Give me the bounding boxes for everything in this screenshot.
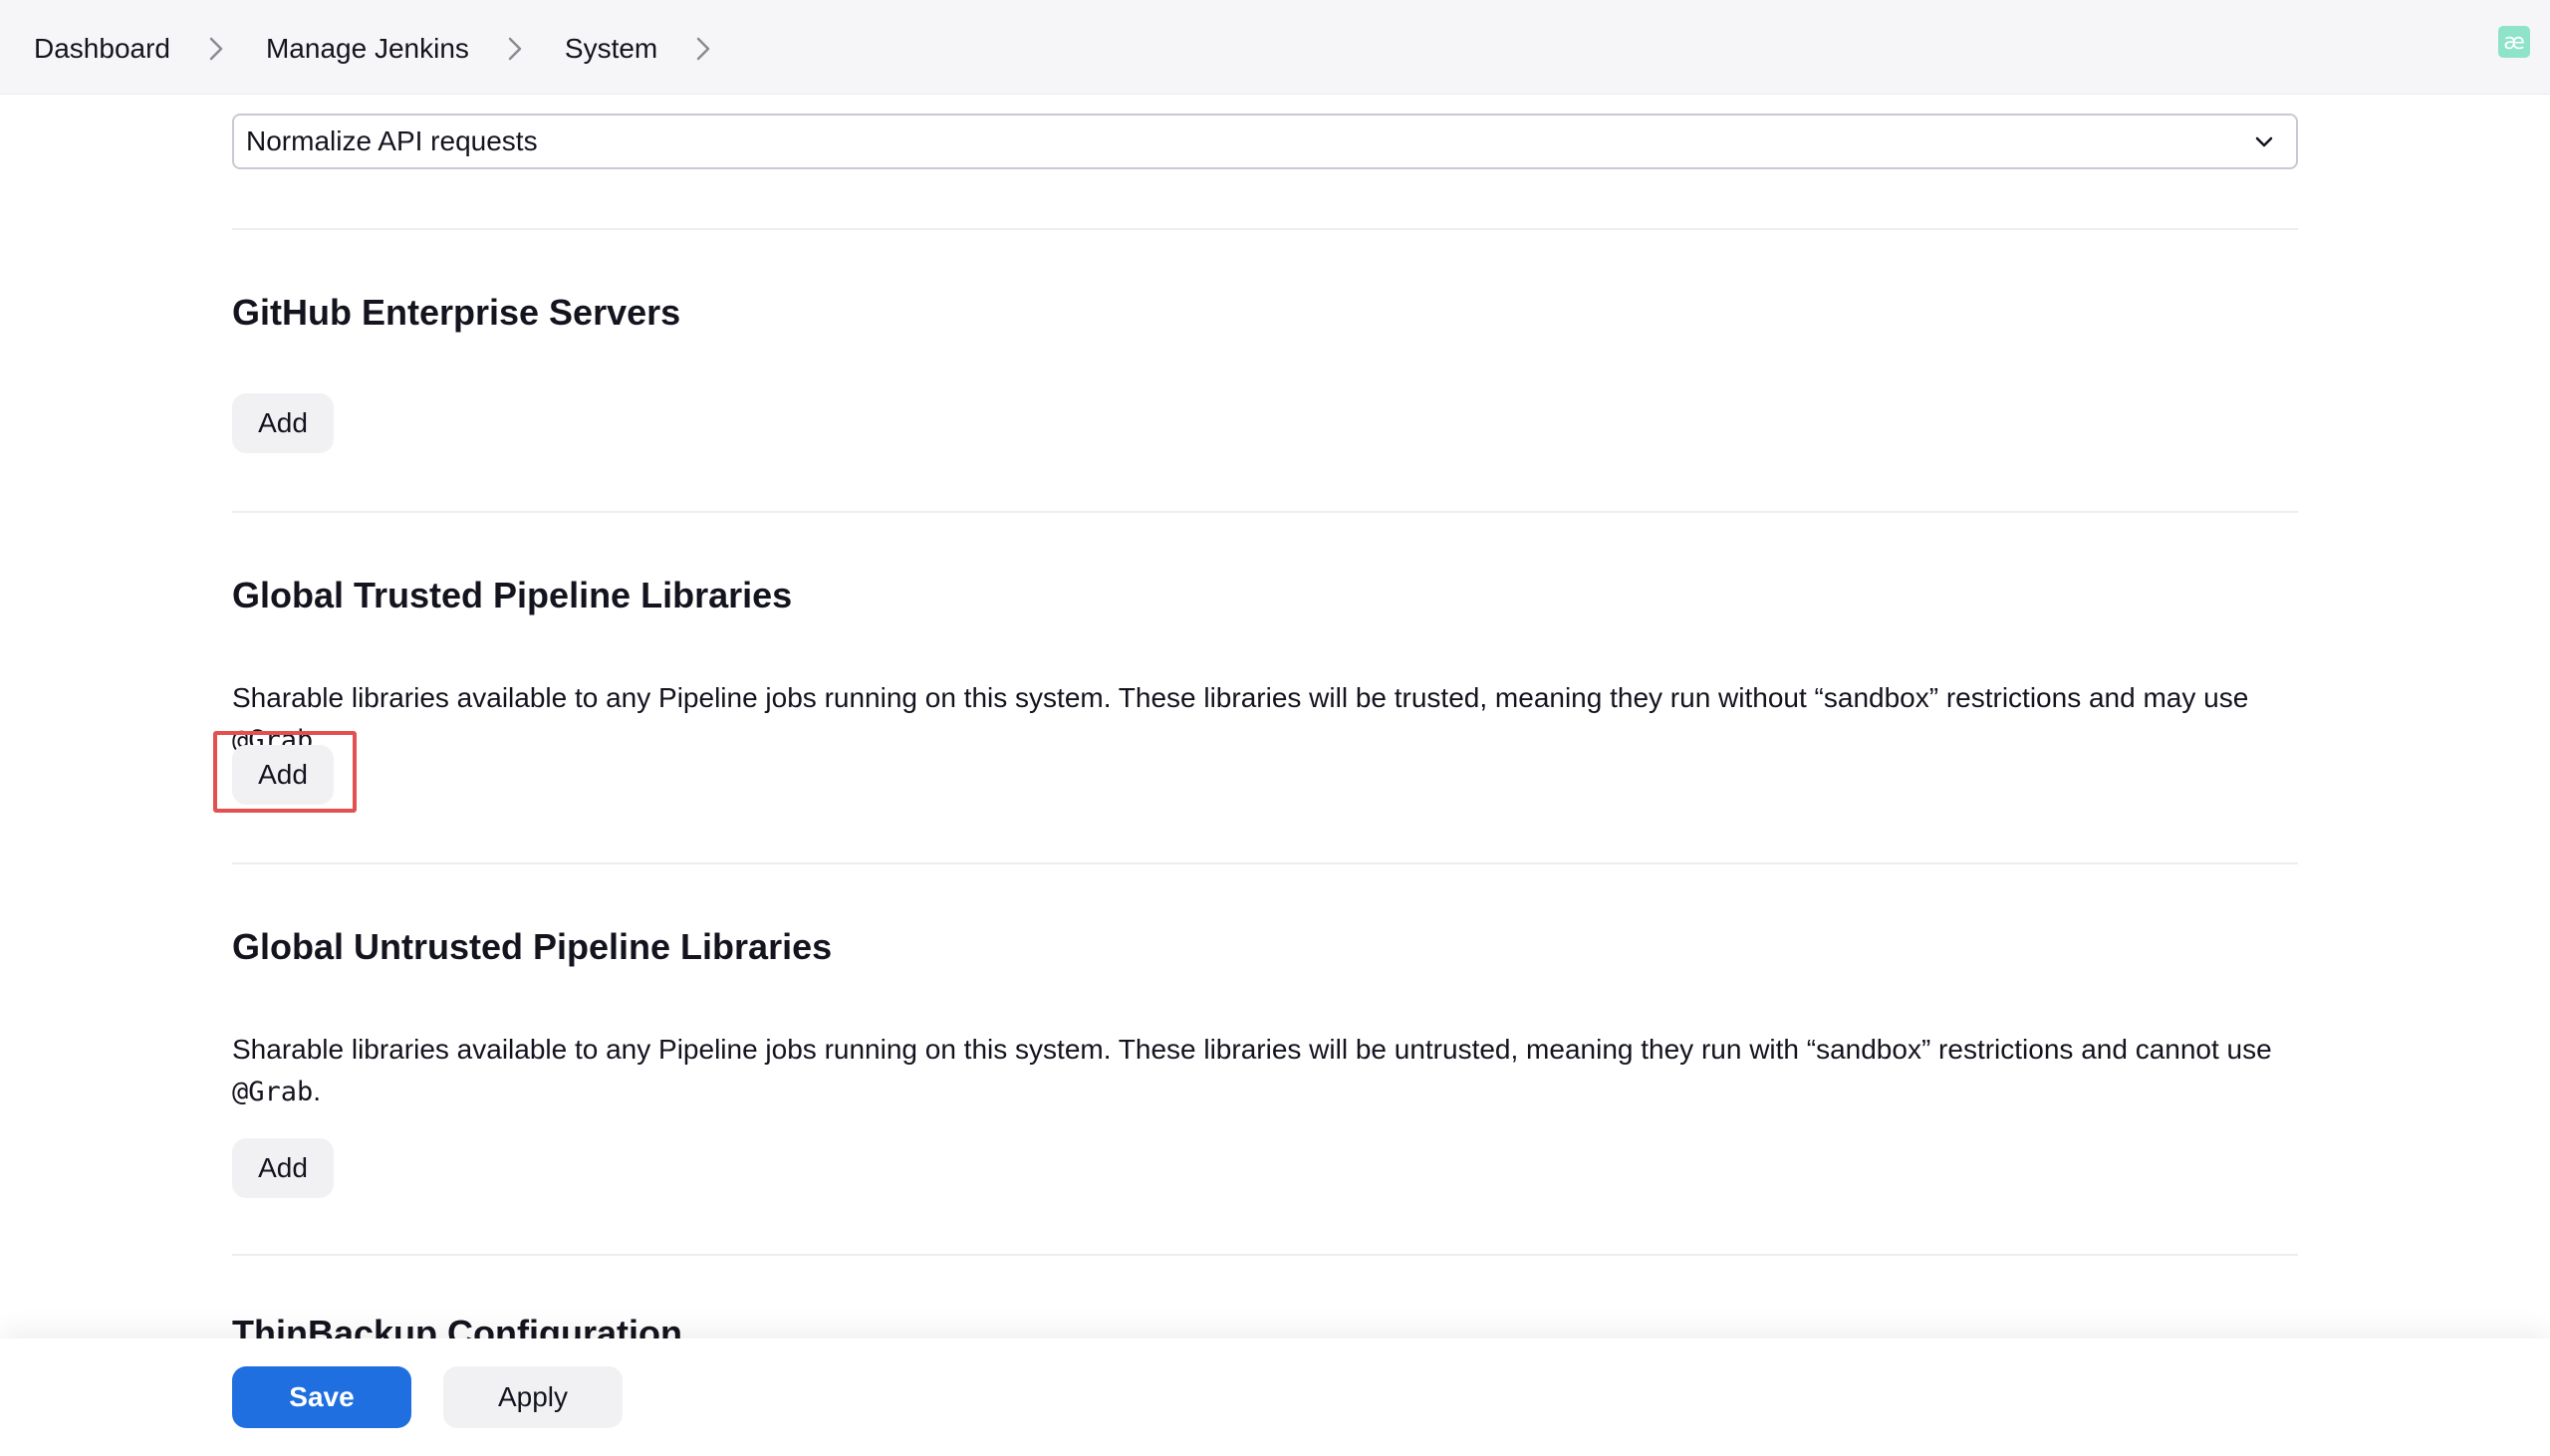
section-title-trusted-libraries: Global Trusted Pipeline Libraries (232, 575, 793, 615)
top-bar: Dashboard Manage Jenkins System æ (0, 0, 2550, 95)
breadcrumb-dashboard[interactable]: Dashboard (34, 33, 170, 65)
section-title-github-enterprise: GitHub Enterprise Servers (232, 292, 681, 333)
chevron-right-icon[interactable] (198, 36, 234, 62)
add-trusted-library-button[interactable]: Add (232, 745, 334, 805)
breadcrumb: Dashboard Manage Jenkins System (34, 0, 753, 98)
chevron-down-icon (2255, 136, 2273, 147)
section-title-untrusted-libraries: Global Untrusted Pipeline Libraries (232, 926, 833, 967)
extension-icon[interactable]: æ (2498, 26, 2530, 58)
grab-code: @Grab (232, 1077, 314, 1107)
save-button[interactable]: Save (232, 1366, 411, 1428)
untrusted-libraries-description: Sharable libraries available to any Pipe… (232, 1029, 2304, 1113)
description-text: Sharable libraries available to any Pipe… (232, 682, 2249, 713)
description-end: . (313, 1076, 322, 1106)
add-github-server-button[interactable]: Add (232, 393, 334, 453)
breadcrumb-manage-jenkins[interactable]: Manage Jenkins (266, 33, 469, 65)
api-normalization-select[interactable]: Normalize API requests (232, 114, 2298, 169)
apply-button[interactable]: Apply (443, 1366, 623, 1428)
select-value: Normalize API requests (246, 125, 538, 156)
chevron-right-icon[interactable] (497, 36, 533, 62)
section-divider (232, 1254, 2298, 1256)
section-divider (232, 228, 2298, 230)
section-divider (232, 862, 2298, 864)
description-text: Sharable libraries available to any Pipe… (232, 1034, 2272, 1065)
chevron-right-icon[interactable] (685, 36, 721, 62)
add-untrusted-library-button[interactable]: Add (232, 1138, 334, 1198)
section-divider (232, 511, 2298, 513)
trusted-libraries-description: Sharable libraries available to any Pipe… (232, 677, 2304, 762)
breadcrumb-system[interactable]: System (565, 33, 657, 65)
